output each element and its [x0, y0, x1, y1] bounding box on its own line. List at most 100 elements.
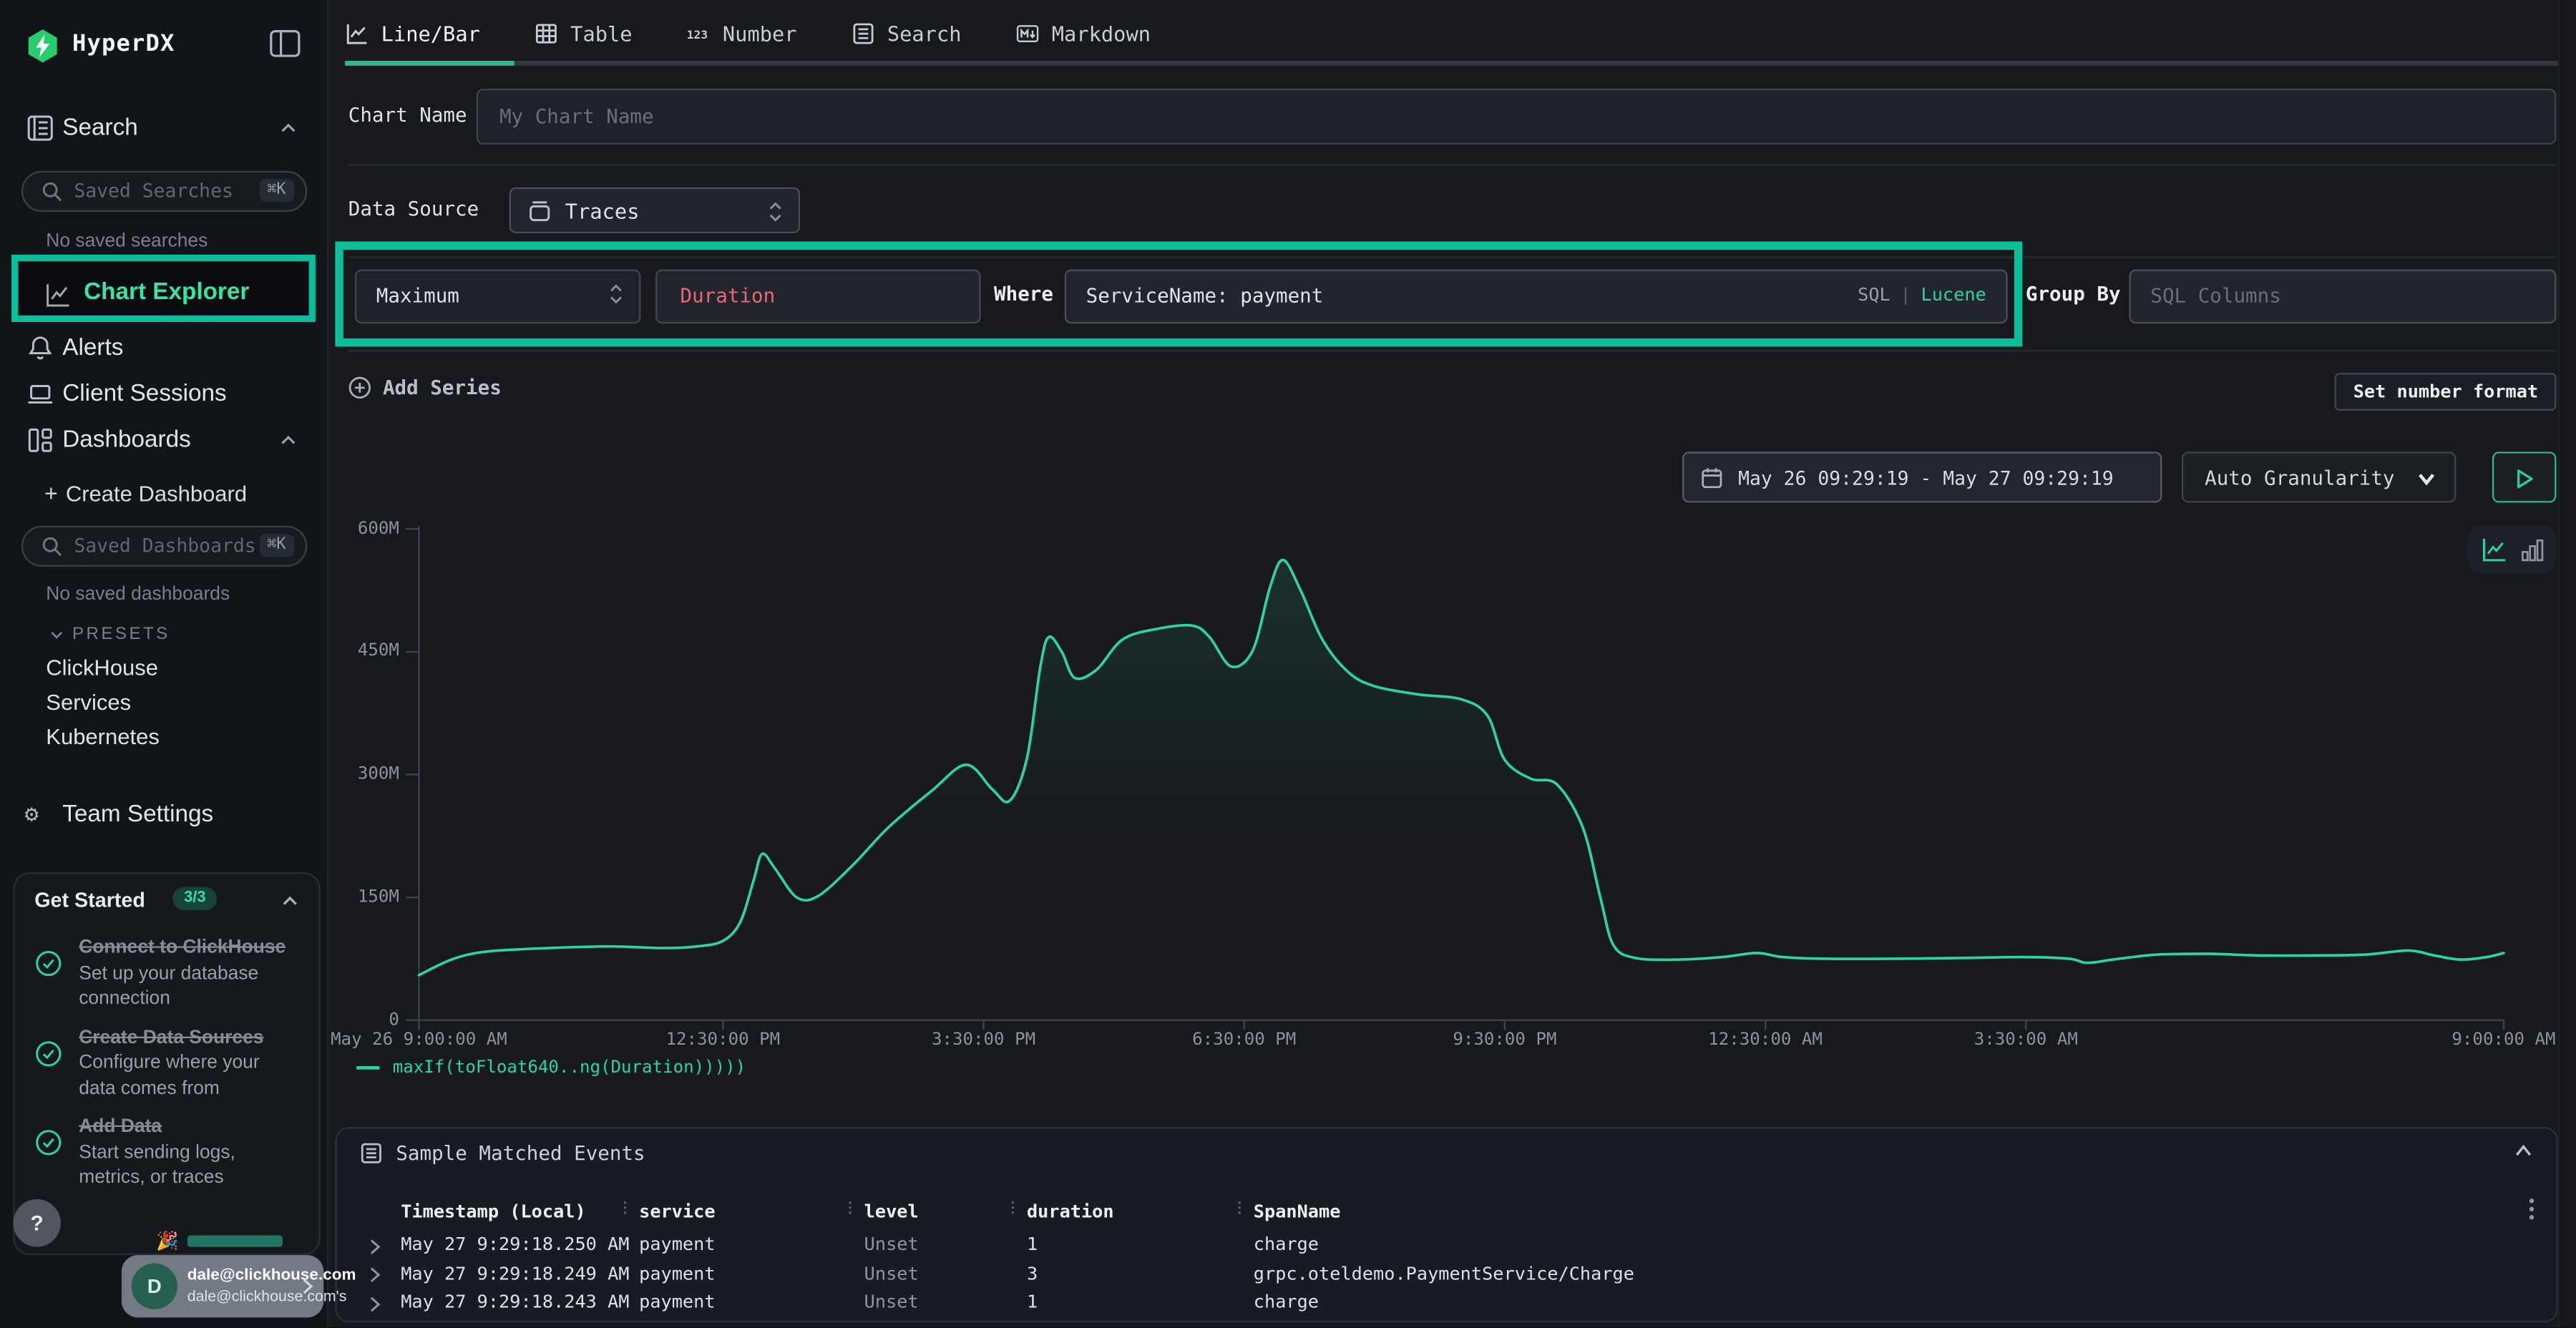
tab-line-bar[interactable]: Line/Bar — [345, 21, 480, 45]
presets-toggle[interactable]: PRESETS — [0, 622, 327, 649]
where-filter-input[interactable]: ServiceName: payment SQL|Lucene — [1065, 270, 2008, 324]
cell-level: Unset — [864, 1292, 1027, 1313]
sidebar-item-team-settings[interactable]: ⚙ Team Settings — [0, 794, 327, 836]
x-tick-label: 12:30:00 PM — [625, 1030, 822, 1050]
chart-name-placeholder: My Chart Name — [499, 105, 654, 128]
sidebar-collapse-icon[interactable] — [270, 29, 301, 57]
sidebar-item-chart-explorer[interactable]: Chart Explorer — [11, 255, 316, 322]
tab-underline-track — [514, 61, 2576, 65]
legend-swatch — [356, 1066, 379, 1070]
chevron-up-icon[interactable] — [2514, 1142, 2534, 1160]
tab-underline-active — [345, 61, 514, 66]
row-expand-icon[interactable] — [366, 1294, 383, 1311]
select-updown-icon — [767, 200, 784, 223]
logo-row: HyperDX — [0, 26, 327, 69]
cell-timestamp: May 27 9:29:18.250 AM — [401, 1234, 639, 1256]
tab-number[interactable]: 123Number — [686, 21, 796, 45]
group-by-input[interactable]: SQL Columns — [2129, 270, 2557, 324]
search-icon — [41, 181, 62, 202]
sidebar-section-dashboards[interactable]: Dashboards — [0, 421, 327, 460]
column-header[interactable]: ⋮duration — [1027, 1200, 1254, 1221]
get-started-item-title: Connect to ClickHouse — [79, 938, 286, 958]
sidebar-item-client-sessions[interactable]: Client Sessions — [0, 373, 327, 416]
y-tick-label: 450M — [328, 641, 399, 661]
x-tick-label: 12:30:00 AM — [1667, 1030, 1864, 1050]
row-expand-icon[interactable] — [366, 1265, 383, 1281]
number-icon: 123 — [686, 21, 711, 45]
preset-dashboard-item[interactable]: Services — [46, 690, 131, 719]
column-header[interactable]: ⋮service — [639, 1200, 864, 1221]
get-started-card: Get Started 3/3 Connect to ClickHouseSet… — [13, 872, 320, 1255]
tab-markdown[interactable]: Markdown — [1015, 21, 1151, 45]
get-started-item[interactable]: Create Data SourcesConfigure where your … — [34, 1026, 302, 1103]
check-circle-icon — [34, 1128, 62, 1156]
traces-source-icon — [527, 199, 552, 223]
saved-searches-input[interactable]: Saved Searches ⌘K — [21, 171, 307, 212]
events-title: Sample Matched Events — [396, 1142, 645, 1165]
y-tick-label: 600M — [328, 518, 399, 538]
y-tick-label: 0 — [328, 1010, 399, 1030]
chevron-up-icon — [279, 119, 297, 137]
time-toolbar: May 26 09:29:19 - May 27 09:29:19 Auto G… — [348, 451, 2557, 502]
tab-table[interactable]: Table — [535, 21, 633, 45]
timeseries-chart[interactable]: 0150M300M450M600M May 26 9:00:00 AM12:30… — [328, 522, 2576, 1089]
saved-dashboards-input[interactable]: Saved Dashboards ⌘K — [21, 526, 307, 567]
column-grip-icon[interactable]: ⋮ — [1005, 1201, 1020, 1216]
column-grip-icon[interactable]: ⋮ — [843, 1201, 858, 1216]
field-input[interactable]: Duration — [655, 270, 981, 324]
get-started-item[interactable]: Connect to ClickHouseSet up your databas… — [34, 937, 302, 1013]
data-source-row: Data Source Traces — [348, 187, 2557, 233]
column-grip-icon[interactable]: ⋮ — [1232, 1201, 1247, 1216]
set-number-format-button[interactable]: Set number format — [2335, 373, 2556, 411]
table-row[interactable]: May 27 9:29:18.243 AM payment Unset 1 ch… — [366, 1288, 2510, 1317]
chart-name-input[interactable]: My Chart Name — [477, 89, 2557, 145]
series-config-row: Maximum Duration Where ServiceName: paym… — [348, 270, 2557, 324]
hyperdx-app-window: HyperDX Search Saved Searches ⌘K No save… — [0, 0, 2576, 1327]
run-query-button[interactable] — [2492, 451, 2557, 502]
cell-spanname: charge — [1254, 1234, 2510, 1256]
kebab-menu-icon[interactable] — [2528, 1198, 2534, 1221]
sidebar: HyperDX Search Saved Searches ⌘K No save… — [0, 0, 328, 1327]
column-grip-icon[interactable]: ⋮ — [618, 1201, 633, 1216]
help-button[interactable]: ? — [13, 1199, 61, 1247]
chevron-down-icon — [49, 628, 64, 643]
x-tick-label: 3:30:00 AM — [1928, 1030, 2125, 1050]
user-account-chip[interactable]: D dale@clickhouse.com dale@clickhouse.co… — [122, 1255, 323, 1317]
cell-level: Unset — [864, 1320, 1027, 1322]
check-circle-icon — [34, 1039, 62, 1067]
get-started-item[interactable]: Add DataStart sending logs, metrics, or … — [34, 1115, 302, 1192]
sidebar-item-alerts[interactable]: Alerts — [0, 327, 327, 370]
table-row[interactable]: May 27 9:29:18.250 AM payment Unset 1 ch… — [366, 1231, 2510, 1259]
aggregation-select[interactable]: Maximum — [355, 270, 640, 324]
date-range-picker[interactable]: May 26 09:29:19 - May 27 09:29:19 — [1682, 451, 2162, 502]
chevron-up-icon[interactable] — [281, 892, 299, 909]
cell-duration: 1 — [1027, 1292, 1254, 1313]
get-started-items: Connect to ClickHouseSet up your databas… — [15, 937, 319, 1192]
y-tick-label: 150M — [328, 887, 399, 907]
table-row[interactable]: May 27 9:29:18.243 AM payment Unset 1 gr… — [366, 1317, 2510, 1322]
preset-dashboard-item[interactable]: ClickHouse — [46, 655, 158, 685]
chart-plot-area — [328, 522, 2576, 1035]
divider — [348, 256, 2557, 258]
column-header[interactable]: Timestamp (Local) — [401, 1200, 639, 1221]
lucene-toggle[interactable]: Lucene — [1921, 284, 1986, 306]
data-source-select[interactable]: Traces — [509, 187, 800, 233]
aggregation-value: Maximum — [376, 284, 459, 307]
granularity-select[interactable]: Auto Granularity — [2182, 451, 2456, 502]
tab-search[interactable]: Search — [851, 21, 961, 45]
brand-title: HyperDX — [72, 31, 175, 58]
scrollbar-gutter[interactable] — [2558, 0, 2576, 1327]
events-header[interactable]: Sample Matched Events — [337, 1128, 2557, 1174]
get-started-hidden-item: 🎉 — [156, 1231, 282, 1252]
sql-toggle[interactable]: SQL — [1858, 284, 1890, 306]
row-expand-icon[interactable] — [366, 1236, 383, 1253]
column-header[interactable]: ⋮SpanName — [1254, 1200, 2510, 1221]
column-header[interactable]: ⋮level — [864, 1200, 1027, 1221]
create-dashboard-button[interactable]: + Create Dashboard — [0, 478, 327, 507]
add-series-button[interactable]: Add Series — [348, 376, 502, 399]
get-started-progress-badge: 3/3 — [172, 887, 217, 909]
sidebar-section-search[interactable]: Search — [0, 109, 327, 148]
table-row[interactable]: May 27 9:29:18.249 AM payment Unset 3 gr… — [366, 1259, 2510, 1288]
create-dashboard-label: Create Dashboard — [66, 482, 247, 506]
preset-dashboard-item[interactable]: Kubernetes — [46, 725, 160, 754]
